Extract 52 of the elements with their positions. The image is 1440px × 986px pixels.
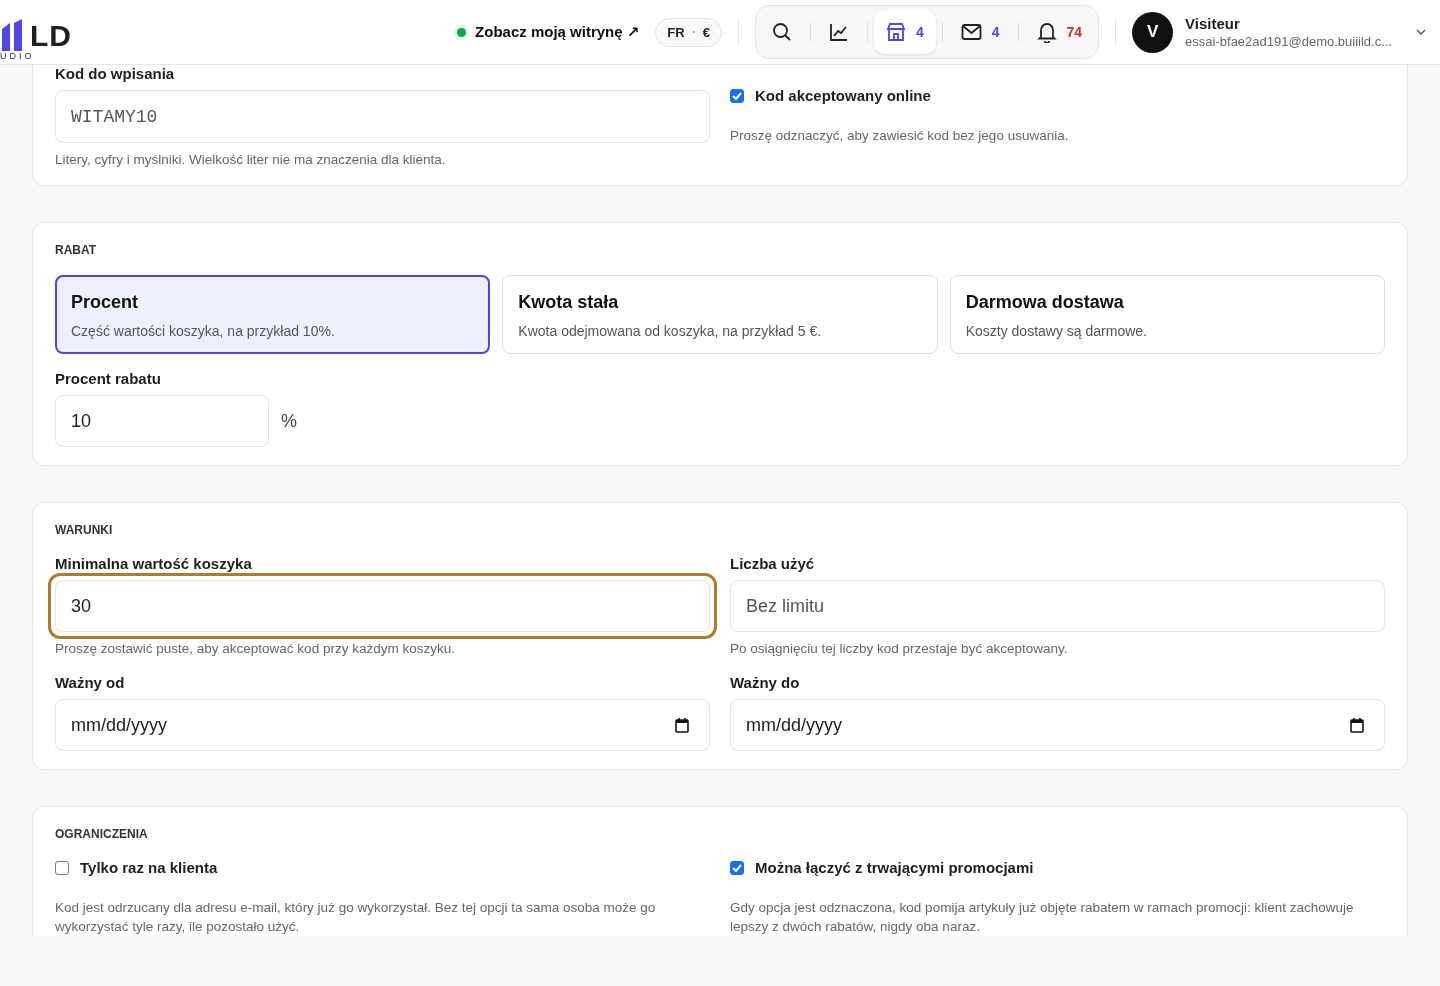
view-site-link[interactable]: Zobacz moją witrynę ↗ (457, 23, 640, 41)
avatar: V (1132, 11, 1174, 53)
field-label: Ważny do (730, 674, 800, 691)
discount-option[interactable]: Darmowa dostawa Koszty dostawy są darmowe. (949, 275, 1385, 354)
checkbox-label[interactable]: Tylko raz na klienta (55, 859, 218, 876)
text-input[interactable]: 30 (55, 580, 710, 632)
section-heading: OGRANICZENIA (55, 827, 148, 841)
help-text: Litery, cyfry i myślniki. Wielkość liter nie ma znaczenia dla klienta. (55, 152, 446, 167)
toolbar-button[interactable]: 74 (1024, 10, 1095, 54)
checkbox-label[interactable]: Można łączyć z trwającymi promocjami (730, 859, 1034, 876)
field-label: Ważny od (55, 674, 125, 691)
checkbox-label[interactable]: Kod akceptowany online (730, 87, 931, 104)
toolbar-button[interactable]: 4 (873, 10, 936, 54)
user-menu[interactable]: V Visiteur essai-bfae2ad191@demo.buiiild.c... (1132, 11, 1426, 53)
language-label: FR (667, 24, 685, 40)
mail-icon (960, 23, 982, 41)
help-text: Po osiągnięciu tej liczby kod przestaje być akceptowany. (730, 641, 1068, 656)
checkbox[interactable] (55, 860, 69, 875)
option-description: Gdy opcja jest odznaczona, kod pomija artykuły już objęte rabatem w ramach promocji: klient zachowuje lepszy z dwóch rabatów, nigdy oba naraz. (730, 899, 1355, 936)
user-email: essai-bfae2ad191@demo.buiiild.c... (1185, 34, 1392, 49)
text-input[interactable]: Bez limitu (730, 580, 1385, 632)
locale-switcher[interactable]: FR € (655, 17, 722, 47)
code-input[interactable]: WITAMY10 (55, 90, 710, 143)
user-name: Visiteur (1185, 15, 1241, 32)
field-label: Kod do wpisania (55, 65, 175, 82)
checkbox[interactable] (730, 860, 744, 875)
toolbar-button[interactable]: 4 (948, 10, 1012, 54)
date-input[interactable]: mm/dd/yyyy (730, 699, 1385, 751)
logo-text: LD (30, 21, 72, 51)
calendar-icon (1350, 717, 1364, 733)
calendar-icon (675, 717, 689, 733)
search-icon (771, 22, 792, 42)
logo-subtext: UDIO (0, 51, 35, 61)
bell-icon (1036, 21, 1057, 43)
section-heading: WARUNKI (55, 523, 113, 537)
section-heading: RABAT (55, 243, 97, 257)
discount-option[interactable]: Kwota stała Kwota odejmowana od koszyka, na przykład 5 €. (502, 275, 938, 354)
chart-icon (828, 22, 849, 42)
unit-label: % (281, 410, 297, 432)
currency-label: € (702, 24, 710, 40)
field-label: Liczba użyć (730, 555, 815, 572)
field-label: Procent rabatu (55, 370, 161, 387)
help-text: Proszę zostawić puste, aby akceptować kod przy każdym koszyku. (55, 641, 455, 656)
store-icon (885, 22, 906, 42)
chevron-down-icon (1416, 29, 1426, 35)
checkbox[interactable] (730, 88, 744, 103)
option-description: Kod jest odrzucany dla adresu e-mail, który już go wykorzystał. Bez tej opcji ta sama osoba może go wykorzystać tyle razy, ile pozostało użyć. (55, 899, 657, 936)
percent-input[interactable]: 10 (55, 395, 269, 447)
help-text: Proszę odznaczyć, aby zawiesić kod bez jego usuwania. (730, 128, 1069, 143)
field-label: Minimalna wartość koszyka (55, 555, 252, 572)
date-input[interactable]: mm/dd/yyyy (55, 699, 710, 751)
discount-option[interactable]: Procent Część wartości koszyka, na przykład 10%. (55, 275, 491, 354)
